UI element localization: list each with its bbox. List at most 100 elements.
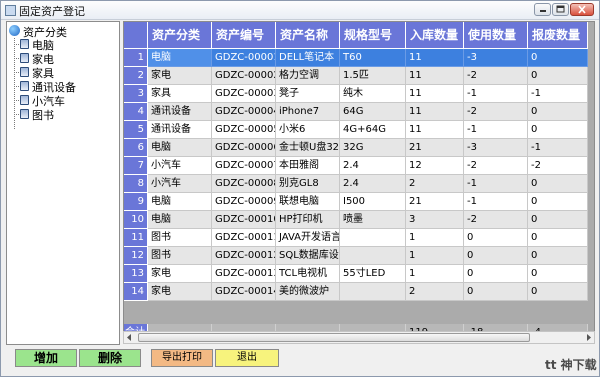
table-cell[interactable]: 4G+64G <box>340 121 406 139</box>
table-cell[interactable]: 0 <box>528 229 588 247</box>
table-cell[interactable]: -2 <box>464 157 528 175</box>
table-cell[interactable]: 32G <box>340 139 406 157</box>
table-cell[interactable]: T60 <box>340 49 406 67</box>
row-number[interactable]: 12 <box>124 247 148 265</box>
row-number[interactable]: 8 <box>124 175 148 193</box>
table-cell[interactable]: GDZC-00004 <box>212 103 276 121</box>
table-cell[interactable]: 电脑 <box>148 211 212 229</box>
table-cell[interactable]: 家具 <box>148 85 212 103</box>
table-cell[interactable]: -3 <box>464 49 528 67</box>
row-number[interactable]: 5 <box>124 121 148 139</box>
table-cell[interactable]: -1 <box>464 193 528 211</box>
table-cell[interactable]: 电脑 <box>148 193 212 211</box>
add-button[interactable]: 增加 <box>15 349 77 367</box>
table-cell[interactable]: 0 <box>528 67 588 85</box>
col-category-header[interactable]: 资产分类 <box>148 22 212 49</box>
table-cell[interactable]: GDZC-00008 <box>212 175 276 193</box>
close-button[interactable] <box>570 3 594 16</box>
table-cell[interactable]: -1 <box>464 85 528 103</box>
table-cell[interactable]: 小汽车 <box>148 157 212 175</box>
table-cell[interactable]: 0 <box>528 211 588 229</box>
table-cell[interactable]: 家电 <box>148 283 212 301</box>
scrollbar-thumb[interactable] <box>138 333 530 342</box>
table-cell[interactable]: -1 <box>528 139 588 157</box>
table-cell[interactable]: 美的微波炉 <box>276 283 340 301</box>
table-cell[interactable]: SQL数据库设计 <box>276 247 340 265</box>
table-cell[interactable]: 通讯设备 <box>148 103 212 121</box>
table-cell[interactable]: -2 <box>528 157 588 175</box>
table-cell[interactable]: 12 <box>406 157 464 175</box>
table-cell[interactable]: iPhone7 <box>276 103 340 121</box>
row-number[interactable]: 11 <box>124 229 148 247</box>
table-cell[interactable]: 凳子 <box>276 85 340 103</box>
table-cell[interactable]: GDZC-00002 <box>212 67 276 85</box>
table-cell[interactable]: 小汽车 <box>148 175 212 193</box>
table-cell[interactable]: 电脑 <box>148 49 212 67</box>
table-cell[interactable]: 2 <box>406 175 464 193</box>
table-cell[interactable]: 55寸LED <box>340 265 406 283</box>
col-in-qty-header[interactable]: 入库数量 <box>406 22 464 49</box>
table-cell[interactable]: HP打印机 <box>276 211 340 229</box>
table-cell[interactable]: 0 <box>528 175 588 193</box>
maximize-button[interactable] <box>552 3 569 16</box>
table-cell[interactable]: 0 <box>528 265 588 283</box>
table-cell[interactable]: 1 <box>406 247 464 265</box>
table-cell[interactable]: 电脑 <box>148 139 212 157</box>
table-cell[interactable]: 联想电脑 <box>276 193 340 211</box>
table-cell[interactable]: 0 <box>528 193 588 211</box>
table-cell[interactable]: DELL笔记本 <box>276 49 340 67</box>
table-cell[interactable]: 家电 <box>148 265 212 283</box>
horizontal-scrollbar[interactable] <box>123 331 595 344</box>
table-cell[interactable]: 小米6 <box>276 121 340 139</box>
category-tree[interactable]: 资产分类 电脑 家电 家具 通讯设备 小汽车 图书 <box>6 21 120 345</box>
table-cell[interactable]: 11 <box>406 121 464 139</box>
table-cell[interactable]: 0 <box>464 283 528 301</box>
scroll-left-icon[interactable] <box>124 332 136 343</box>
table-cell[interactable]: 21 <box>406 193 464 211</box>
table-cell[interactable]: 0 <box>528 103 588 121</box>
table-cell[interactable]: 金士顿U盘32G <box>276 139 340 157</box>
tree-item[interactable]: 图书 <box>14 108 114 122</box>
table-cell[interactable]: 1 <box>406 229 464 247</box>
table-cell[interactable]: 家电 <box>148 67 212 85</box>
row-number[interactable]: 10 <box>124 211 148 229</box>
tree-item[interactable]: 电脑 <box>14 38 114 52</box>
grid-corner[interactable] <box>124 22 148 49</box>
tree-item[interactable]: 家具 <box>14 66 114 80</box>
row-number[interactable]: 3 <box>124 85 148 103</box>
table-cell[interactable]: 格力空调 <box>276 67 340 85</box>
row-number[interactable]: 7 <box>124 157 148 175</box>
table-cell[interactable]: 0 <box>528 49 588 67</box>
row-number[interactable]: 4 <box>124 103 148 121</box>
table-cell[interactable]: 别克GL8 <box>276 175 340 193</box>
tree-item[interactable]: 小汽车 <box>14 94 114 108</box>
table-cell[interactable]: 0 <box>528 247 588 265</box>
table-cell[interactable]: 11 <box>406 49 464 67</box>
tree-item[interactable]: 家电 <box>14 52 114 66</box>
table-cell[interactable]: 图书 <box>148 247 212 265</box>
table-cell[interactable]: GDZC-00013 <box>212 265 276 283</box>
table-cell[interactable]: GDZC-00014 <box>212 283 276 301</box>
col-scrap-qty-header[interactable]: 报废数量 <box>528 22 588 49</box>
col-asset-code-header[interactable]: 资产编号 <box>212 22 276 49</box>
col-asset-name-header[interactable]: 资产名称 <box>276 22 340 49</box>
table-cell[interactable]: 11 <box>406 85 464 103</box>
row-number[interactable]: 6 <box>124 139 148 157</box>
table-cell[interactable]: -3 <box>464 139 528 157</box>
table-cell[interactable]: 21 <box>406 139 464 157</box>
table-cell[interactable]: 0 <box>464 229 528 247</box>
row-number[interactable]: 2 <box>124 67 148 85</box>
table-cell[interactable]: 11 <box>406 103 464 121</box>
row-number[interactable]: 1 <box>124 49 148 67</box>
table-cell[interactable]: GDZC-00010 <box>212 211 276 229</box>
minimize-button[interactable] <box>534 3 551 16</box>
table-cell[interactable] <box>340 247 406 265</box>
table-cell[interactable]: 2 <box>406 283 464 301</box>
col-use-qty-header[interactable]: 使用数量 <box>464 22 528 49</box>
table-cell[interactable]: GDZC-00003 <box>212 85 276 103</box>
table-cell[interactable]: 2.4 <box>340 157 406 175</box>
table-cell[interactable]: JAVA开发语言 <box>276 229 340 247</box>
table-cell[interactable] <box>340 229 406 247</box>
table-cell[interactable]: GDZC-00006 <box>212 139 276 157</box>
table-cell[interactable]: 0 <box>528 283 588 301</box>
